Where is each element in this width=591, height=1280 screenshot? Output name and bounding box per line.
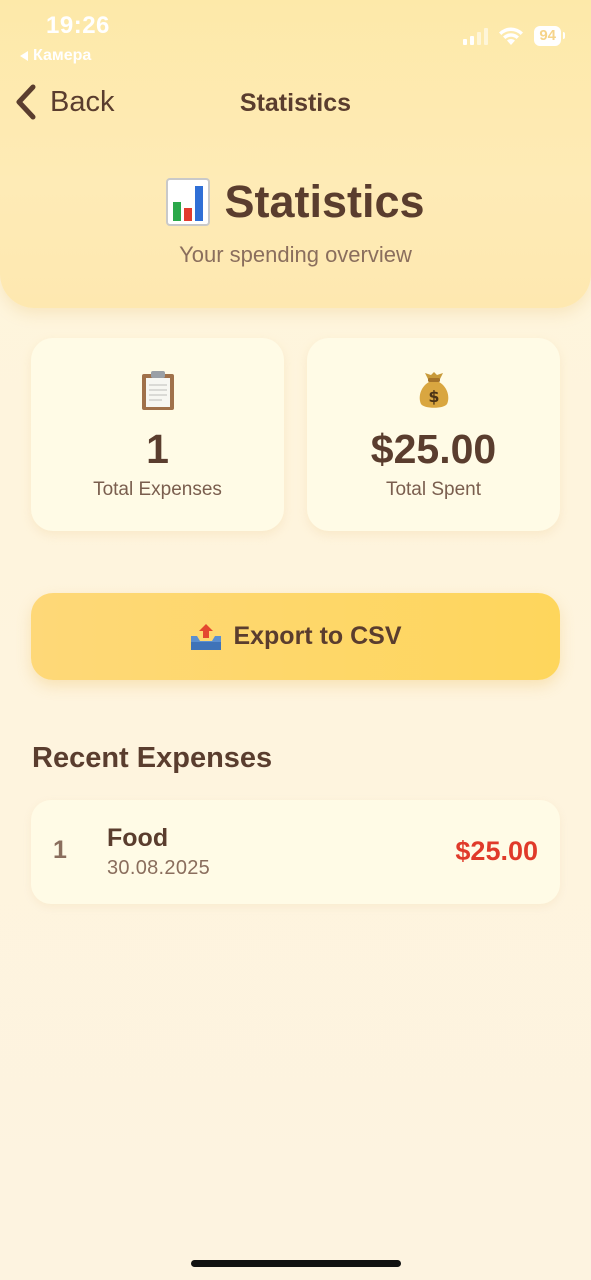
total-expenses-label: Total Expenses: [93, 479, 222, 500]
total-expenses-value: 1: [146, 426, 169, 472]
status-indicators: 94: [463, 26, 565, 46]
expense-row[interactable]: 1 Food 30.08.2025 $25.00: [31, 800, 560, 904]
expense-amount: $25.00: [455, 836, 538, 866]
cellular-signal-icon: [463, 27, 489, 45]
battery-indicator: 94: [534, 26, 565, 46]
clipboard-icon: [31, 370, 284, 412]
expense-category: Food: [107, 824, 169, 852]
total-spent-card: $ $25.00 Total Spent: [307, 338, 560, 531]
page-subtitle: Your spending overview: [179, 242, 412, 267]
hero: Statistics: [0, 176, 591, 228]
back-triangle-icon: [20, 51, 28, 61]
wifi-icon: [498, 27, 524, 46]
recent-expenses-title: Recent Expenses: [32, 742, 273, 774]
expense-index: 1: [53, 836, 67, 864]
export-csv-label: Export to CSV: [233, 622, 402, 650]
expense-date: 30.08.2025: [107, 857, 211, 879]
status-back-app-label: Камера: [33, 47, 92, 64]
bar-chart-icon: [166, 178, 211, 226]
total-expenses-card: 1 Total Expenses: [31, 338, 284, 531]
outbox-tray-icon: [189, 622, 223, 652]
money-bag-icon: $: [307, 370, 560, 410]
nav-title: Statistics: [239, 89, 352, 117]
status-time: 19:26: [46, 12, 110, 39]
page-title: Statistics: [224, 176, 425, 227]
svg-text:$: $: [428, 387, 439, 406]
home-indicator[interactable]: [191, 1260, 401, 1267]
export-csv-button[interactable]: Export to CSV: [31, 593, 560, 680]
total-spent-value: $25.00: [370, 426, 497, 472]
status-back-to-app[interactable]: Камера: [20, 47, 91, 65]
total-spent-label: Total Spent: [385, 479, 482, 500]
